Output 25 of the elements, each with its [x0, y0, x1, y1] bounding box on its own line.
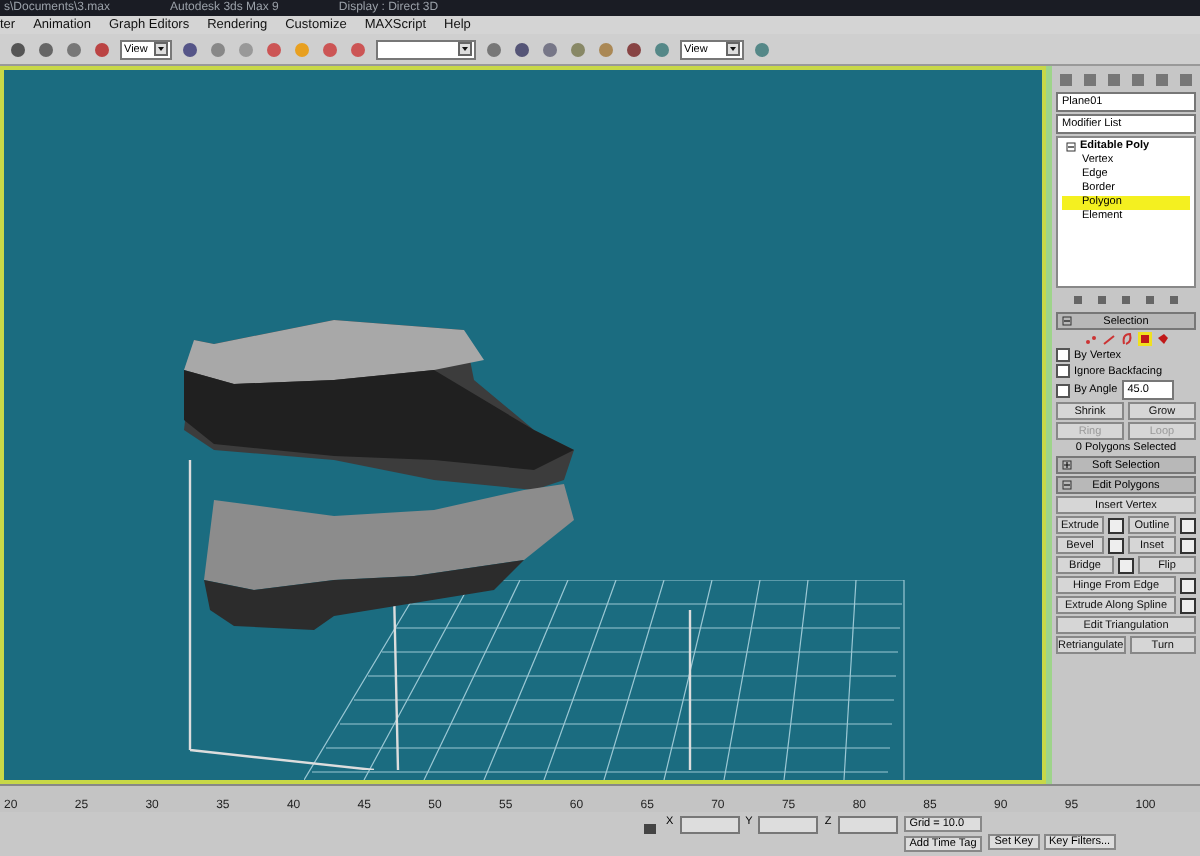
checkbox[interactable]: [1056, 348, 1070, 362]
checkbox[interactable]: [1056, 383, 1070, 397]
settings-icon[interactable]: [1180, 577, 1196, 593]
settings-icon[interactable]: [1180, 537, 1196, 553]
border-level-icon[interactable]: [1119, 332, 1133, 346]
dropdown[interactable]: [376, 39, 476, 59]
caret-icon: [726, 42, 740, 56]
vertex-level-icon[interactable]: [1083, 332, 1097, 346]
settings-icon[interactable]: [1180, 597, 1196, 613]
expand-toggle-icon[interactable]: [1066, 142, 1076, 152]
checkbox[interactable]: [1056, 364, 1070, 378]
collapse-toggle-icon[interactable]: [1062, 480, 1072, 490]
coord-field[interactable]: [758, 816, 819, 834]
collapse-toggle-icon[interactable]: [1062, 316, 1072, 326]
edge-level-icon[interactable]: [1101, 332, 1115, 346]
settings-icon[interactable]: [1108, 537, 1124, 553]
settings-icon[interactable]: [1108, 517, 1124, 533]
settings-icon[interactable]: [1180, 517, 1196, 533]
expand-toggle-icon[interactable]: [1062, 460, 1072, 470]
caret-icon: [458, 42, 472, 56]
coord-field[interactable]: [837, 816, 898, 834]
coord-field[interactable]: [679, 816, 740, 834]
polygon-level-icon[interactable]: [1137, 332, 1151, 346]
settings-icon[interactable]: [1118, 557, 1134, 573]
caret-icon: [154, 42, 168, 56]
